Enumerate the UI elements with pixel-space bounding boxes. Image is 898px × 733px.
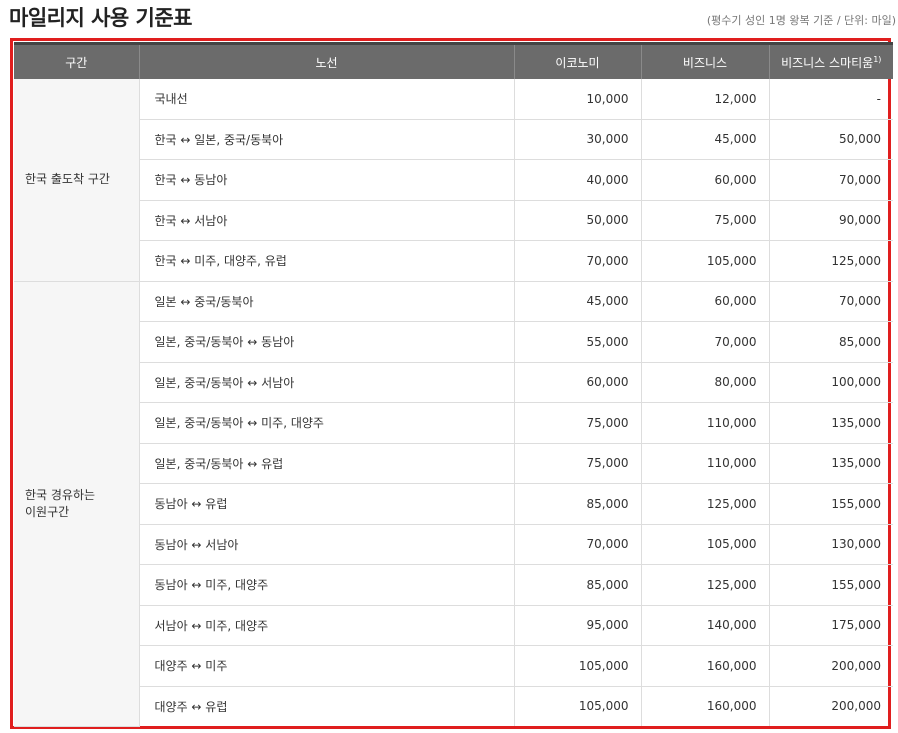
business-cell: 105,000 (640, 240, 769, 282)
table-row: 일본, 중국/동북아 ↔ 유럽 75,000 110,000 135,000 (14, 443, 893, 484)
section-label: 한국 경유하는 이원구간 (14, 281, 139, 727)
business-cell: 45,000 (640, 119, 769, 160)
economy-cell: 40,000 (513, 159, 641, 201)
header-smartium-footnote: 1) (873, 54, 882, 64)
highlight-frame: 구간 노선 이코노미 비즈니스 비즈니스 스마티움1) 한국 출도착 구간 국내선… (10, 38, 893, 729)
table-row: 대양주 ↔ 미주 105,000 160,000 200,000 (14, 645, 893, 687)
business-cell: 110,000 (640, 443, 769, 484)
smartium-cell: 155,000 (768, 564, 893, 606)
route-cell: 일본, 중국/동북아 ↔ 서남아 (138, 362, 514, 403)
section-label: 한국 출도착 구간 (14, 79, 139, 282)
route-cell: 일본, 중국/동북아 ↔ 유럽 (138, 443, 514, 484)
business-cell: 160,000 (640, 645, 769, 687)
business-cell: 140,000 (640, 605, 769, 646)
route-cell: 한국 ↔ 미주, 대양주, 유럽 (138, 240, 514, 282)
table-row: 동남아 ↔ 미주, 대양주 85,000 125,000 155,000 (14, 564, 893, 606)
economy-cell: 95,000 (513, 605, 641, 646)
smartium-cell: 70,000 (768, 281, 893, 322)
economy-cell: 70,000 (513, 524, 641, 565)
business-cell: 125,000 (640, 564, 769, 606)
business-cell: 12,000 (640, 79, 769, 120)
table-row: 한국 ↔ 일본, 중국/동북아 30,000 45,000 50,000 (14, 119, 893, 160)
smartium-cell: 135,000 (768, 443, 893, 484)
route-cell: 국내선 (138, 79, 514, 120)
table-header-row: 구간 노선 이코노미 비즈니스 비즈니스 스마티움1) (14, 42, 893, 79)
smartium-cell: 85,000 (768, 321, 893, 363)
header-business: 비즈니스 (640, 42, 769, 79)
smartium-cell: 130,000 (768, 524, 893, 565)
economy-cell: 105,000 (513, 686, 641, 726)
smartium-cell: - (768, 79, 893, 120)
smartium-cell: 155,000 (768, 483, 893, 525)
economy-cell: 75,000 (513, 402, 641, 444)
smartium-cell: 200,000 (768, 686, 893, 726)
business-cell: 60,000 (640, 159, 769, 201)
economy-cell: 45,000 (513, 281, 641, 322)
unit-note: (평수기 성인 1명 왕복 기준 / 단위: 마일) (706, 14, 896, 27)
business-cell: 125,000 (640, 483, 769, 525)
smartium-cell: 135,000 (768, 402, 893, 444)
route-cell: 일본, 중국/동북아 ↔ 동남아 (138, 321, 514, 363)
route-cell: 일본 ↔ 중국/동북아 (138, 281, 514, 322)
economy-cell: 10,000 (513, 79, 641, 120)
mileage-table: 구간 노선 이코노미 비즈니스 비즈니스 스마티움1) 한국 출도착 구간 국내선… (14, 42, 893, 727)
smartium-cell: 100,000 (768, 362, 893, 403)
route-cell: 한국 ↔ 서남아 (138, 200, 514, 241)
table-row: 일본, 중국/동북아 ↔ 미주, 대양주 75,000 110,000 135,000 (14, 402, 893, 444)
business-cell: 110,000 (640, 402, 769, 444)
business-cell: 80,000 (640, 362, 769, 403)
business-cell: 160,000 (640, 686, 769, 726)
table-row: 대양주 ↔ 유럽 105,000 160,000 200,000 (14, 686, 893, 726)
header-smartium: 비즈니스 스마티움1) (768, 42, 893, 79)
route-cell: 한국 ↔ 동남아 (138, 159, 514, 201)
table-row: 한국 ↔ 미주, 대양주, 유럽 70,000 105,000 125,000 (14, 240, 893, 282)
economy-cell: 75,000 (513, 443, 641, 484)
economy-cell: 60,000 (513, 362, 641, 403)
table-row: 서남아 ↔ 미주, 대양주 95,000 140,000 175,000 (14, 605, 893, 646)
business-cell: 105,000 (640, 524, 769, 565)
table-row: 일본, 중국/동북아 ↔ 서남아 60,000 80,000 100,000 (14, 362, 893, 403)
route-cell: 대양주 ↔ 미주 (138, 645, 514, 687)
header-economy: 이코노미 (513, 42, 641, 79)
route-cell: 대양주 ↔ 유럽 (138, 686, 514, 726)
table-row: 한국 출도착 구간 국내선 10,000 12,000- (14, 79, 893, 282)
table-row: 한국 경유하는 이원구간 일본 ↔ 중국/동북아 45,000 60,000 70,00… (14, 281, 893, 727)
route-cell: 동남아 ↔ 미주, 대양주 (138, 564, 514, 606)
economy-cell: 105,000 (513, 645, 641, 687)
smartium-cell: 200,000 (768, 645, 893, 687)
economy-cell: 85,000 (513, 564, 641, 606)
header-route: 노선 (138, 42, 514, 79)
table-row: 동남아 ↔ 서남아 70,000 105,000 130,000 (14, 524, 893, 565)
table-row: 동남아 ↔ 유럽 85,000 125,000 155,000 (14, 483, 893, 525)
route-cell: 동남아 ↔ 서남아 (138, 524, 514, 565)
table-row: 한국 ↔ 동남아 40,000 60,000 70,000 (14, 159, 893, 201)
route-cell: 서남아 ↔ 미주, 대양주 (138, 605, 514, 646)
table-row: 한국 ↔ 서남아 50,000 75,000 90,000 (14, 200, 893, 241)
smartium-cell: 70,000 (768, 159, 893, 201)
table-body: 한국 출도착 구간 국내선 10,000 12,000- 한국 ↔ 일본, 중국/동북아… (14, 79, 893, 727)
economy-cell: 85,000 (513, 483, 641, 525)
economy-cell: 50,000 (513, 200, 641, 241)
smartium-cell: 175,000 (768, 605, 893, 646)
economy-cell: 55,000 (513, 321, 641, 363)
route-cell: 동남아 ↔ 유럽 (138, 483, 514, 525)
business-cell: 75,000 (640, 200, 769, 241)
business-cell: 60,000 (640, 281, 769, 322)
smartium-cell: 125,000 (768, 240, 893, 282)
route-cell: 한국 ↔ 일본, 중국/동북아 (138, 119, 514, 160)
smartium-cell: 90,000 (768, 200, 893, 241)
smartium-cell: 50,000 (768, 119, 893, 160)
economy-cell: 30,000 (513, 119, 641, 160)
table-row: 일본, 중국/동북아 ↔ 동남아 55,000 70,000 85,000 (14, 321, 893, 363)
header-smartium-label: 비즈니스 스마티움 (781, 55, 874, 70)
page-title: 마일리지 사용 기준표 (9, 6, 193, 30)
economy-cell: 70,000 (513, 240, 641, 282)
route-cell: 일본, 중국/동북아 ↔ 미주, 대양주 (138, 402, 514, 444)
header-section: 구간 (14, 42, 139, 79)
business-cell: 70,000 (640, 321, 769, 363)
